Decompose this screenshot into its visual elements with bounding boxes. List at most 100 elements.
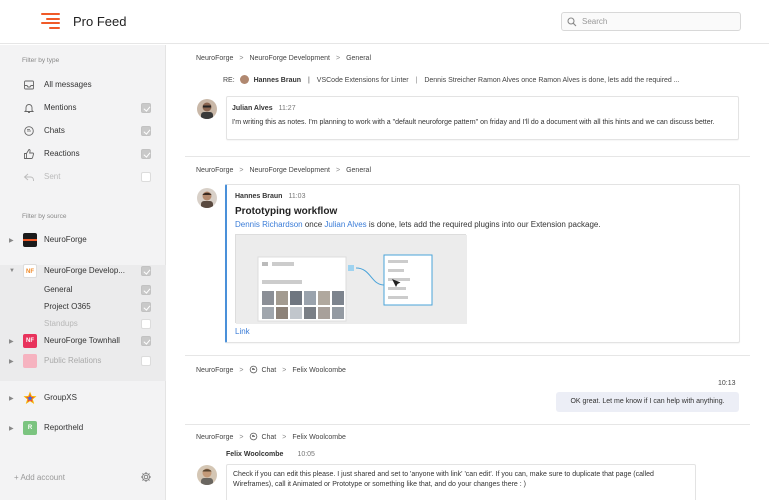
- source-groupxs[interactable]: ▶ GroupXS: [0, 389, 166, 407]
- filter-label: Sent: [44, 172, 61, 181]
- divider: [185, 355, 750, 356]
- chevron-right-icon: >: [239, 55, 244, 62]
- post-card[interactable]: Hannes Braun 11:03 Prototyping workflow D…: [225, 184, 740, 343]
- message-time: 10:13: [718, 380, 736, 387]
- filter-sent[interactable]: Sent: [0, 169, 166, 185]
- breadcrumb-item[interactable]: General: [346, 167, 371, 174]
- app-title: Pro Feed: [73, 14, 127, 29]
- mention-link[interactable]: Dennis Richardson: [235, 220, 303, 229]
- sent-checkbox[interactable]: [141, 172, 151, 182]
- breadcrumb: NeuroForge > Chat > Felix Woolcombe: [196, 365, 346, 374]
- message-author: Hannes Braun 11:03: [235, 193, 305, 200]
- message-time: 11:03: [288, 193, 306, 200]
- source-neuroforge-development[interactable]: ▼ NF NeuroForge Develop...: [0, 262, 166, 280]
- channel-label: General: [44, 285, 73, 294]
- filter-all-messages[interactable]: All messages: [0, 77, 166, 93]
- filter-reactions[interactable]: Reactions: [0, 146, 166, 162]
- source-label: Public Relations: [44, 356, 102, 365]
- channel-label: Project O365: [44, 302, 91, 311]
- chat-icon: [24, 126, 34, 136]
- add-account-link[interactable]: + Add account: [14, 473, 65, 482]
- pro-feed-logo-icon: [41, 13, 61, 29]
- source-label: NeuroForge: [44, 235, 87, 244]
- public-relations-checkbox[interactable]: [141, 356, 151, 366]
- caret-right-icon[interactable]: ▶: [9, 358, 14, 365]
- message-time: 10:05: [297, 451, 315, 458]
- filter-by-source-heading: Filter by source: [22, 213, 67, 220]
- townhall-checkbox[interactable]: [141, 336, 151, 346]
- breadcrumb-item[interactable]: NeuroForge: [196, 55, 233, 62]
- message-card[interactable]: Julian Alves 11:27 I'm writing this as no…: [226, 96, 739, 140]
- source-neuroforge[interactable]: ▶ NeuroForge: [0, 231, 166, 249]
- post-text: is done, lets add the required plugins i…: [366, 220, 601, 229]
- breadcrumb-item[interactable]: NeuroForge: [196, 434, 233, 441]
- filter-chats[interactable]: Chats: [0, 123, 166, 139]
- author-name: Felix Woolcombe: [226, 451, 284, 458]
- message-card[interactable]: Check if you can edit this please. I jus…: [226, 464, 696, 500]
- breadcrumb-item[interactable]: NeuroForge: [196, 367, 233, 374]
- breadcrumb-item[interactable]: General: [346, 55, 371, 62]
- caret-right-icon[interactable]: ▶: [9, 338, 14, 345]
- bell-icon: [23, 104, 35, 113]
- chats-checkbox[interactable]: [141, 126, 151, 136]
- chevron-right-icon: >: [282, 434, 287, 441]
- source-label: GroupXS: [44, 393, 77, 402]
- breadcrumb-item[interactable]: Felix Woolcombe: [292, 367, 346, 374]
- author-name: Julian Alves: [232, 105, 273, 112]
- message-author: Felix Woolcombe 10:05: [226, 451, 315, 458]
- channel-general[interactable]: General: [0, 282, 166, 298]
- filter-by-type-heading: Filter by type: [22, 57, 60, 64]
- reply-icon: [23, 173, 34, 181]
- re-title: VSCode Extensions for Linter: [316, 77, 409, 84]
- search-input[interactable]: [582, 15, 732, 28]
- standups-checkbox[interactable]: [141, 319, 151, 329]
- divider: [185, 156, 750, 157]
- channel-standups[interactable]: Standups: [0, 316, 166, 332]
- caret-down-icon[interactable]: ▼: [9, 268, 15, 274]
- gear-icon[interactable]: [140, 471, 152, 483]
- post-text: once: [302, 220, 325, 229]
- chevron-right-icon: >: [282, 367, 287, 374]
- breadcrumb-item[interactable]: Felix Woolcombe: [292, 434, 346, 441]
- separator: |: [308, 77, 310, 84]
- post-body: Dennis Richardson once Julian Alves is d…: [235, 220, 601, 229]
- source-neuroforge-townhall[interactable]: ▶ NF NeuroForge Townhall: [0, 332, 166, 350]
- breadcrumb-item[interactable]: Chat: [261, 434, 276, 441]
- general-checkbox[interactable]: [141, 285, 151, 295]
- neuroforge-logo-icon: [23, 233, 37, 247]
- filter-label: All messages: [44, 80, 92, 89]
- avatar[interactable]: [197, 188, 217, 208]
- project-o365-checkbox[interactable]: [141, 302, 151, 312]
- filter-mentions[interactable]: Mentions: [0, 100, 166, 116]
- breadcrumb-item[interactable]: NeuroForge Development: [249, 55, 330, 62]
- caret-right-icon[interactable]: ▶: [9, 237, 14, 244]
- caret-right-icon[interactable]: ▶: [9, 425, 14, 432]
- message-author: Julian Alves 11:27: [232, 105, 296, 112]
- breadcrumb-item[interactable]: Chat: [261, 367, 276, 374]
- source-public-relations[interactable]: ▶ Public Relations: [0, 352, 166, 370]
- breadcrumb-item[interactable]: NeuroForge: [196, 167, 233, 174]
- search-box[interactable]: [561, 12, 741, 31]
- post-title: Prototyping workflow: [235, 206, 338, 217]
- source-label: Reportheld: [44, 423, 84, 432]
- reportheld-logo-icon: R: [23, 421, 37, 435]
- mention-link[interactable]: Julian Alves: [324, 220, 366, 229]
- neuroforge-dev-checkbox[interactable]: [141, 266, 151, 276]
- breadcrumb-item[interactable]: NeuroForge Development: [249, 167, 330, 174]
- source-reportheld[interactable]: ▶ R Reportheld: [0, 419, 166, 437]
- caret-right-icon[interactable]: ▶: [9, 395, 14, 402]
- re-author: Hannes Braun: [253, 77, 302, 84]
- channel-label: Standups: [44, 319, 78, 328]
- post-link[interactable]: Link: [235, 327, 250, 336]
- chevron-right-icon: >: [239, 367, 244, 374]
- chat-bubble[interactable]: OK great. Let me know if I can help with…: [556, 392, 739, 412]
- post-image[interactable]: [235, 234, 467, 324]
- avatar[interactable]: [197, 465, 217, 485]
- mentions-checkbox[interactable]: [141, 103, 151, 113]
- reply-reference[interactable]: RE: Hannes Braun | VSCode Extensions for…: [223, 75, 680, 84]
- avatar[interactable]: [197, 99, 217, 119]
- channel-project-o365[interactable]: Project O365: [0, 299, 166, 315]
- breadcrumb: NeuroForge > NeuroForge Development > Genera…: [196, 167, 371, 174]
- reactions-checkbox[interactable]: [141, 149, 151, 159]
- breadcrumb: NeuroForge > NeuroForge Development > Genera…: [196, 55, 371, 62]
